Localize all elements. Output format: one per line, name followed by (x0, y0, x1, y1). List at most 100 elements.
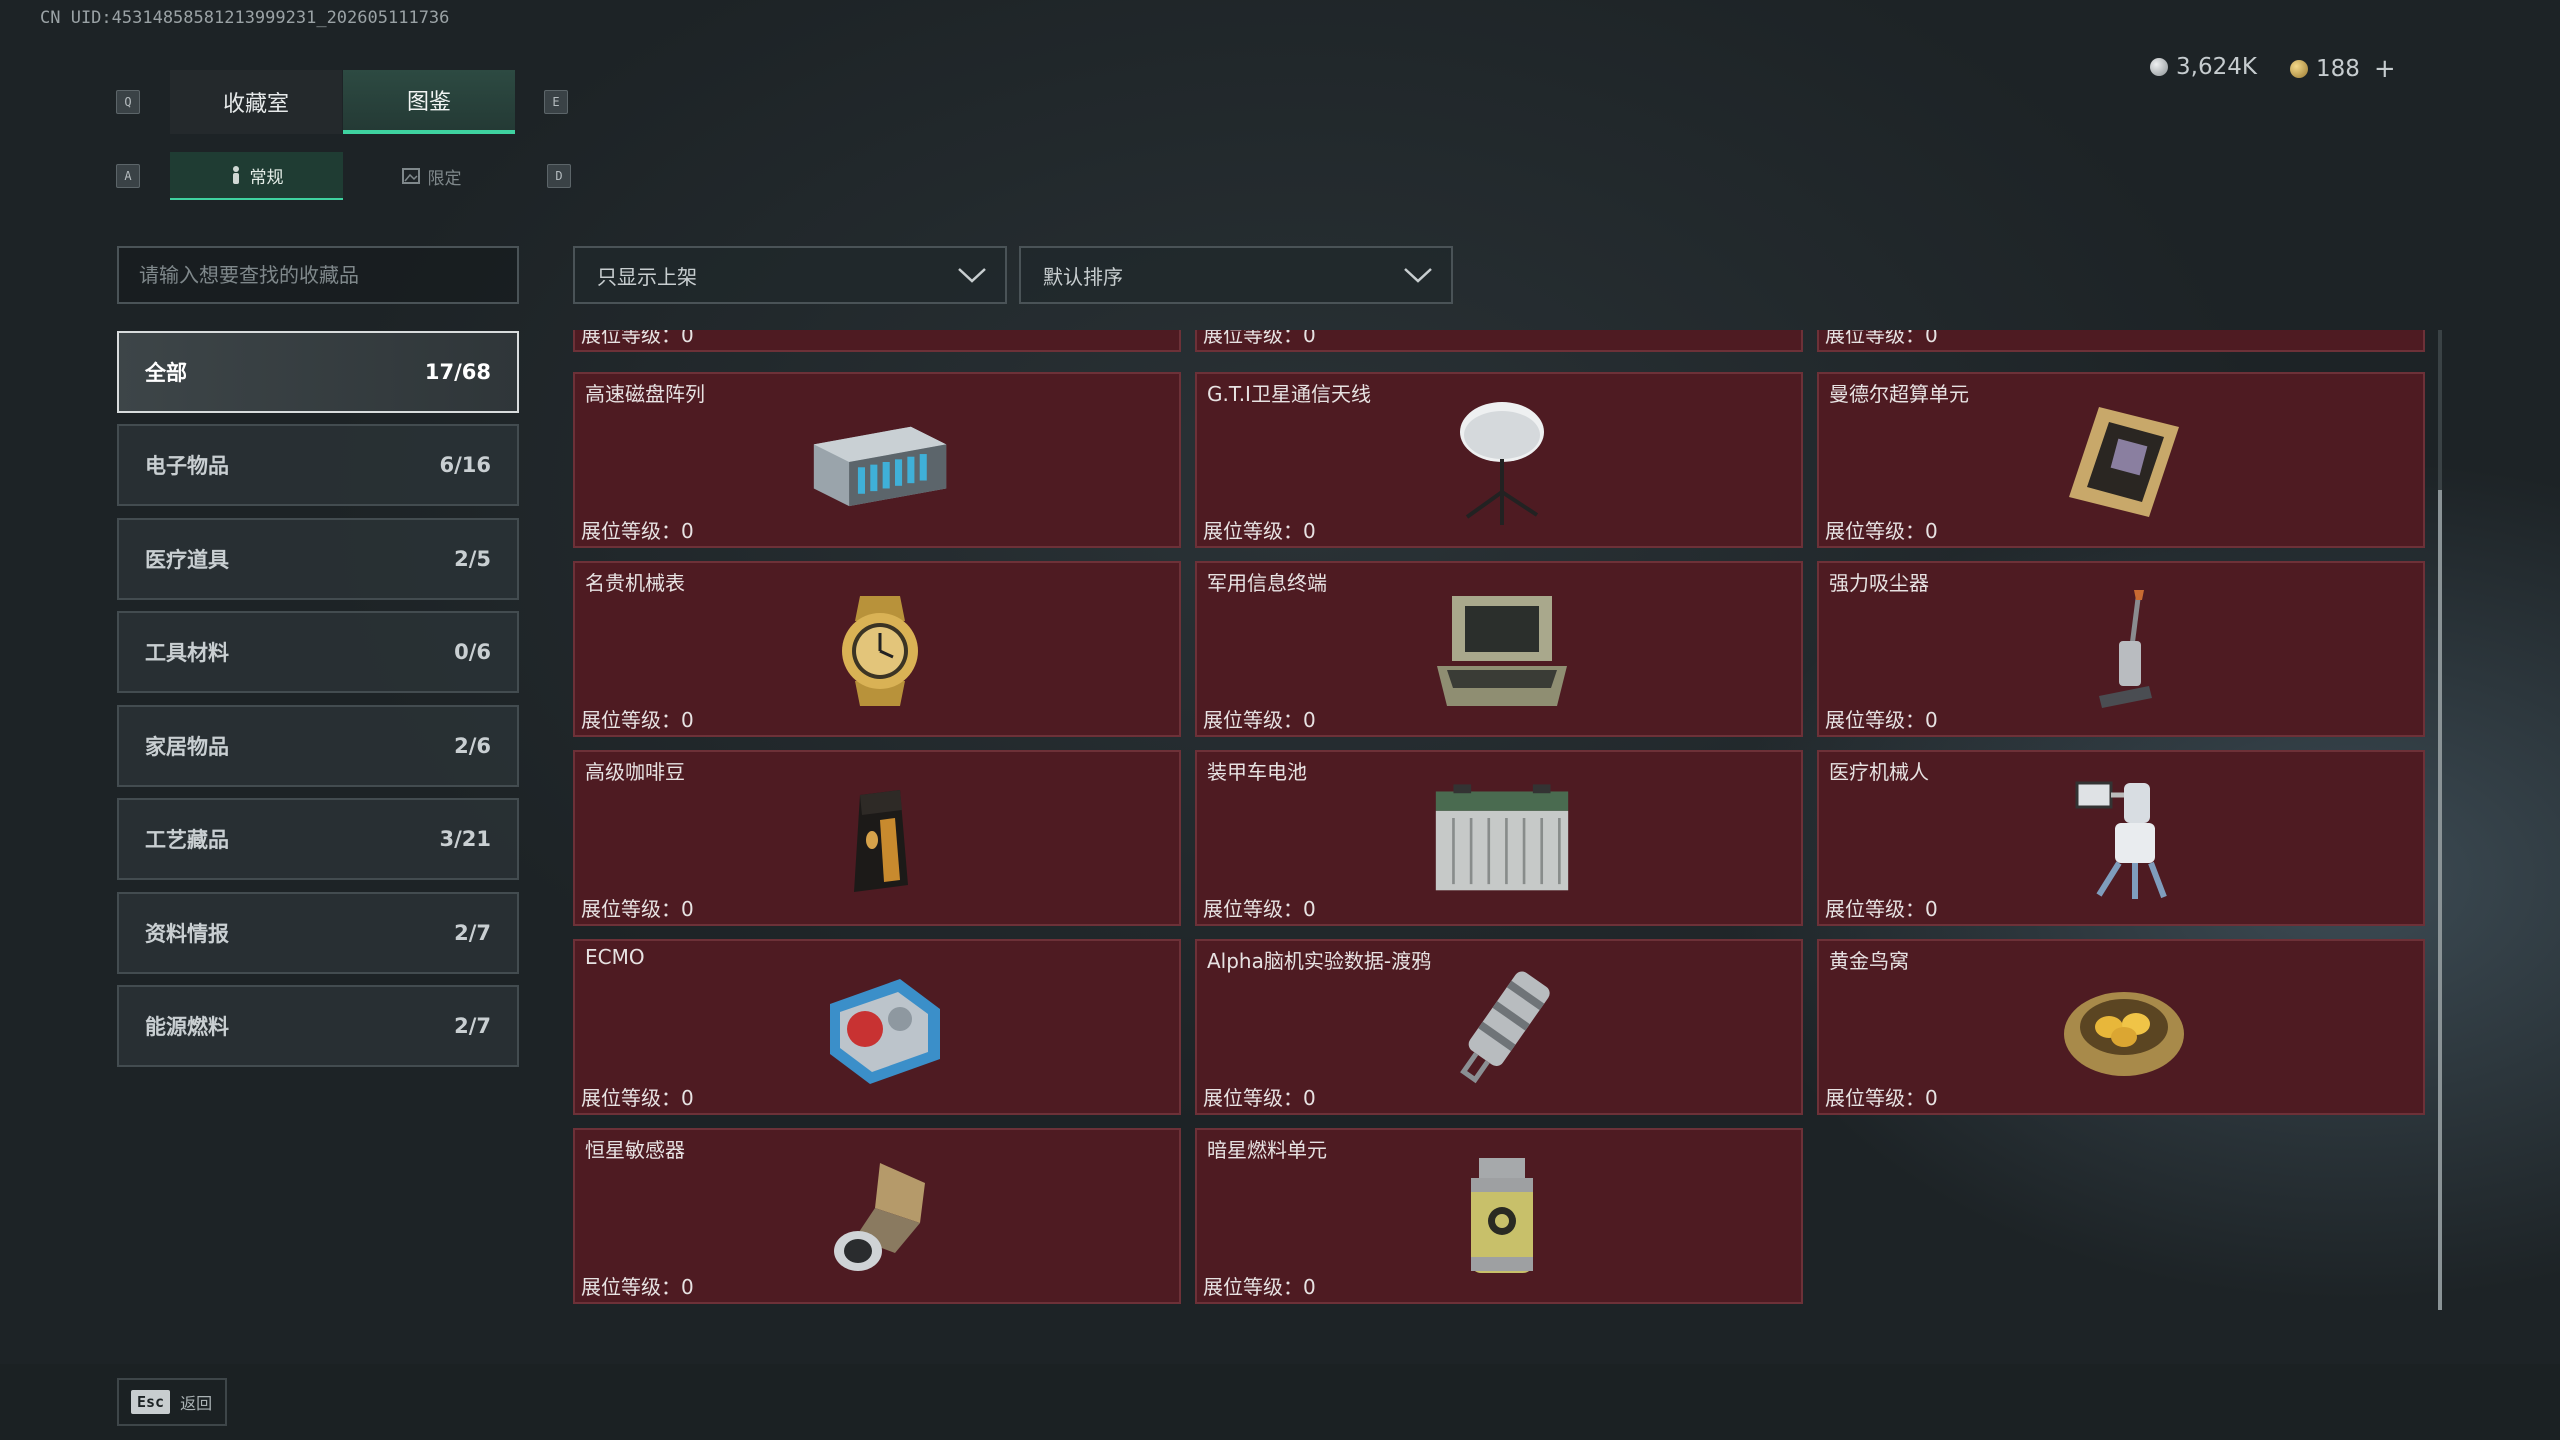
key-hint-q: Q (116, 90, 140, 114)
figure-icon (232, 166, 239, 184)
add-currency-button[interactable]: + (2374, 54, 2396, 84)
category-energy[interactable]: 能源燃料 2/7 (117, 985, 519, 1067)
collection-card[interactable]: 展位等级：0 (1195, 330, 1803, 352)
category-electronics[interactable]: 电子物品 6/16 (117, 424, 519, 506)
back-button[interactable]: Esc 返回 (117, 1378, 227, 1426)
collection-card[interactable]: 高速磁盘阵列 展位等级：0 (573, 372, 1181, 548)
collection-card[interactable]: 医疗机械人 展位等级：0 (1817, 750, 2425, 926)
item-name: 装甲车电池 (1207, 760, 1307, 784)
item-name: 暗星燃料单元 (1207, 1138, 1327, 1162)
key-hint-d: D (547, 164, 571, 188)
item-level: 展位等级：0 (581, 897, 694, 921)
currency-gold: 188 + (2290, 54, 2396, 84)
item-level: 展位等级：0 (1825, 708, 1938, 732)
key-hint-a: A (116, 164, 140, 188)
category-label: 能源燃料 (145, 1015, 229, 1039)
back-label: 返回 (180, 1394, 213, 1413)
subtab-limited[interactable]: 限定 (345, 152, 518, 200)
category-label: 全部 (145, 361, 187, 385)
footer-bar (0, 1364, 2560, 1440)
collection-card[interactable]: 黄金鸟窝 展位等级：0 (1817, 939, 2425, 1115)
category-count: 17/68 (424, 360, 491, 384)
item-name: 名贵机械表 (585, 571, 685, 595)
item-level: 展位等级：0 (581, 1086, 694, 1110)
item-level: 展位等级：0 (581, 519, 694, 543)
gold-coin-icon (2290, 60, 2308, 78)
battery-icon (1427, 772, 1577, 908)
chevron-down-icon (958, 268, 986, 283)
collection-card[interactable]: ECMO 展位等级：0 (573, 939, 1181, 1115)
category-all[interactable]: 全部 17/68 (117, 331, 519, 413)
compute-unit-icon (2049, 394, 2199, 530)
subtab-label: 限定 (427, 168, 462, 189)
watch-icon (805, 583, 955, 719)
item-level: 展位等级：0 (1203, 708, 1316, 732)
item-level: 展位等级：0 (1825, 1086, 1938, 1110)
category-label: 家居物品 (145, 735, 229, 759)
category-tools[interactable]: 工具材料 0/6 (117, 611, 519, 693)
dropdown-value: 默认排序 (1043, 264, 1123, 289)
collection-card[interactable]: 装甲车电池 展位等级：0 (1195, 750, 1803, 926)
item-level: 展位等级：0 (1203, 1275, 1316, 1299)
disk-array-icon (805, 394, 955, 530)
item-name: 医疗机械人 (1829, 760, 1929, 784)
category-crafts[interactable]: 工艺藏品 3/21 (117, 798, 519, 880)
sort-dropdown[interactable]: 默认排序 (1019, 246, 1453, 304)
item-name: 恒星敏感器 (585, 1138, 685, 1162)
tab-label: 图鉴 (406, 90, 451, 115)
collection-card[interactable]: G.T.I卫星通信天线 展位等级：0 (1195, 372, 1803, 548)
ecmo-icon (805, 961, 955, 1097)
item-level: 展位等级：0 (1825, 897, 1938, 921)
collection-card[interactable]: 强力吸尘器 展位等级：0 (1817, 561, 2425, 737)
collection-card[interactable]: 高级咖啡豆 展位等级：0 (573, 750, 1181, 926)
item-name: 高级咖啡豆 (585, 760, 685, 784)
currency-value: 188 (2316, 56, 2360, 82)
category-count: 2/5 (454, 547, 491, 571)
collection-card[interactable]: 展位等级：0 (573, 330, 1181, 352)
collection-card[interactable]: 名贵机械表 展位等级：0 (573, 561, 1181, 737)
image-icon (401, 168, 420, 184)
uid-label: CN UID:453148585812139992​31_20260511173… (40, 8, 450, 28)
collection-card[interactable]: 军用信息终端 展位等级：0 (1195, 561, 1803, 737)
currency-silver: 3,624K (2150, 54, 2257, 80)
tab-catalog[interactable]: 图鉴 (343, 70, 515, 134)
item-level: 展位等级：0 (1203, 897, 1316, 921)
category-label: 电子物品 (145, 454, 229, 478)
category-household[interactable]: 家居物品 2/6 (117, 705, 519, 787)
subtab-regular[interactable]: 常规 (170, 152, 343, 200)
category-count: 3/21 (439, 827, 491, 851)
coffee-bag-icon (805, 772, 955, 908)
item-name: 高速磁盘阵列 (585, 382, 705, 406)
golden-nest-icon (2049, 961, 2199, 1097)
category-intel[interactable]: 资料情报 2/7 (117, 892, 519, 974)
tab-collection-room[interactable]: 收藏室 (170, 70, 342, 134)
category-label: 工艺藏品 (145, 828, 229, 852)
item-name: 强力吸尘器 (1829, 571, 1929, 595)
item-level: 展位等级：0 (581, 1275, 694, 1299)
item-level: 展位等级：0 (1825, 330, 1938, 347)
scrollbar-thumb[interactable] (2438, 490, 2442, 1310)
subtab-label: 常规 (249, 167, 284, 188)
collection-card[interactable]: Alpha脑机实验数据-渡鸦 展位等级：0 (1195, 939, 1803, 1115)
satellite-dish-icon (1427, 394, 1577, 530)
item-level: 展位等级：0 (1825, 519, 1938, 543)
item-level: 展位等级：0 (1203, 1086, 1316, 1110)
item-level: 展位等级：0 (1203, 519, 1316, 543)
category-count: 2/7 (454, 921, 491, 945)
category-count: 2/6 (454, 734, 491, 758)
item-name: 曼德尔超算单元 (1829, 382, 1969, 406)
medical-robot-icon (2049, 772, 2199, 908)
item-level: 展位等级：0 (581, 330, 694, 347)
collection-card[interactable]: 暗星燃料单元 展位等级：0 (1195, 1128, 1803, 1304)
category-count: 2/7 (454, 1014, 491, 1038)
collection-card[interactable]: 曼德尔超算单元 展位等级：0 (1817, 372, 2425, 548)
collection-card[interactable]: 恒星敏感器 展位等级：0 (573, 1128, 1181, 1304)
display-filter-dropdown[interactable]: 只显示上架 (573, 246, 1007, 304)
search-input[interactable] (117, 246, 519, 304)
category-medical[interactable]: 医疗道具 2/5 (117, 518, 519, 600)
dropdown-value: 只显示上架 (597, 264, 697, 289)
item-level: 展位等级：0 (1203, 330, 1316, 347)
item-name: Alpha脑机实验数据-渡鸦 (1207, 949, 1432, 973)
collection-card[interactable]: 展位等级：0 (1817, 330, 2425, 352)
category-count: 6/16 (439, 453, 491, 477)
